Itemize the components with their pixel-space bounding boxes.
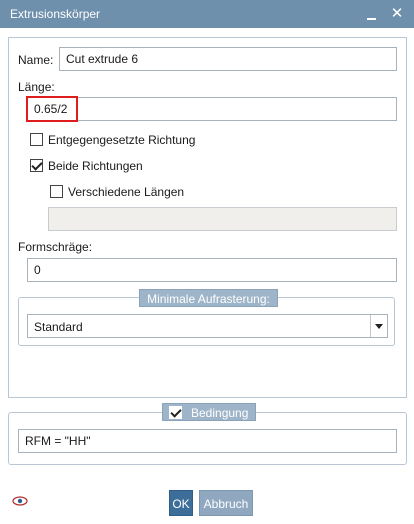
draft-input[interactable]: 0 — [27, 258, 397, 282]
length-label: Länge: — [18, 80, 55, 94]
chevron-down-icon[interactable] — [370, 315, 387, 337]
opposite-direction-checkbox[interactable] — [30, 133, 43, 146]
minimize-icon[interactable] — [361, 3, 383, 25]
name-label: Name: — [18, 53, 54, 67]
both-directions-label: Beide Richtungen — [48, 159, 143, 173]
both-directions-checkbox[interactable] — [30, 159, 43, 172]
second-length-input — [48, 207, 397, 231]
condition-legend-label: Bedingung — [191, 406, 249, 420]
condition-checkbox[interactable] — [169, 406, 182, 419]
cancel-button[interactable]: Abbruch — [199, 490, 253, 516]
different-lengths-label: Verschiedene Längen — [68, 185, 185, 199]
window-title: Extrusionskörper — [10, 7, 101, 21]
different-lengths-checkbox[interactable] — [50, 185, 63, 198]
opposite-direction-label: Entgegengesetzte Richtung — [48, 133, 196, 147]
condition-input[interactable]: RFM = "HH" — [18, 429, 397, 453]
min-tessellation-value: Standard — [34, 320, 83, 334]
length-input[interactable]: 0.65/2 — [27, 97, 397, 121]
min-tessellation-legend: Minimale Aufrasterung: — [139, 289, 278, 307]
name-input[interactable]: Cut extrude 6 — [59, 47, 397, 71]
min-tessellation-select[interactable]: Standard — [27, 314, 388, 338]
condition-legend: Bedingung — [162, 403, 256, 421]
length-value-highlight — [26, 96, 78, 122]
close-icon[interactable]: ✕ — [386, 3, 408, 25]
eye-icon[interactable] — [12, 496, 28, 506]
ok-button[interactable]: OK — [169, 490, 193, 516]
draft-label: Formschräge: — [18, 240, 93, 254]
title-bar: Extrusionskörper ✕ — [0, 0, 414, 28]
